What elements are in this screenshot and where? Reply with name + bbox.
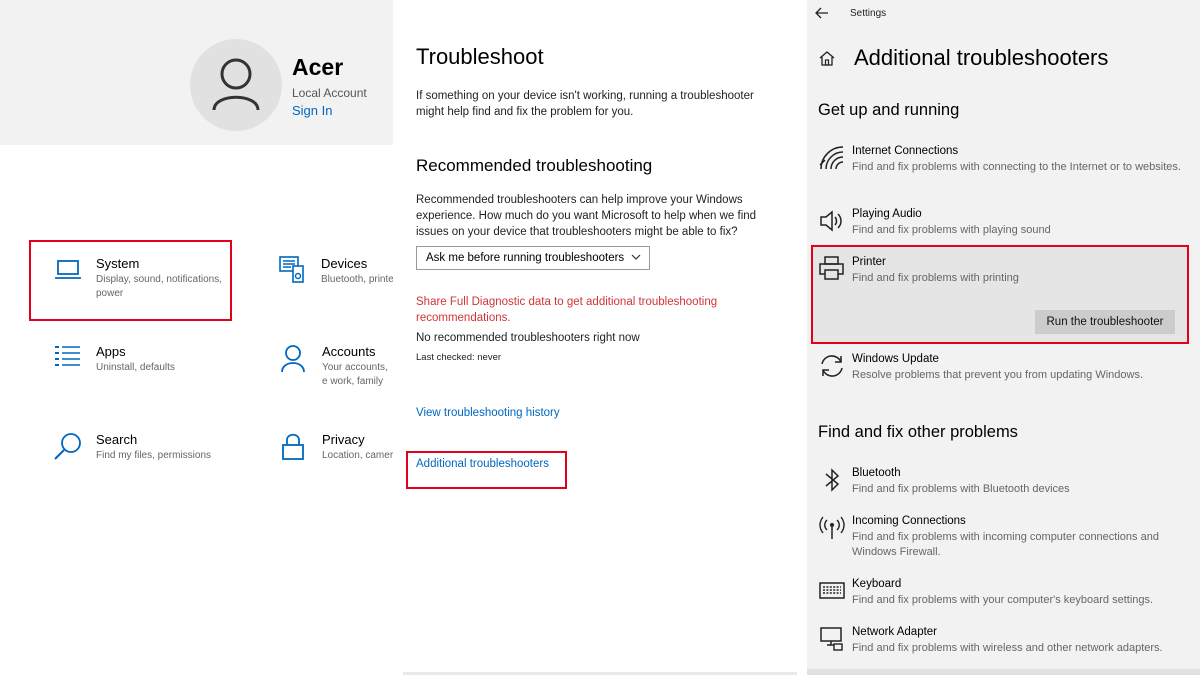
- account-name: Acer: [292, 54, 344, 80]
- tile-title: Devices: [321, 256, 368, 271]
- troubleshooter-incoming-connections[interactable]: Incoming Connections Find and fix proble…: [819, 515, 1189, 561]
- section-find-fix-other: Find and fix other problems: [818, 423, 1018, 441]
- troubleshooter-bluetooth[interactable]: Bluetooth Find and fix problems with Blu…: [819, 467, 1189, 499]
- tile-title: Apps: [96, 344, 126, 359]
- troubleshooter-title: Incoming Connections: [852, 515, 966, 527]
- highlight-box-additional: [406, 451, 567, 489]
- recommended-desc: Recommended troubleshooters can help imp…: [416, 194, 757, 238]
- bottom-strip: [807, 669, 1200, 675]
- last-checked-text: Last checked: never: [416, 352, 502, 363]
- troubleshooter-title: Keyboard: [852, 578, 902, 590]
- additional-troubleshooters-panel: Settings Additional troubleshooters Get …: [807, 0, 1200, 675]
- troubleshooter-desc: Find and fix problems with Bluetooth dev…: [852, 483, 1070, 495]
- bluetooth-icon: [825, 468, 840, 492]
- troubleshooter-title: Network Adapter: [852, 626, 938, 638]
- troubleshooter-desc: Find and fix problems with incoming comp…: [852, 531, 1159, 558]
- troubleshooter-title: Internet Connections: [852, 145, 959, 157]
- lock-icon: [282, 433, 304, 460]
- section-get-up-running: Get up and running: [818, 101, 960, 119]
- monitor-network-icon: [820, 627, 843, 651]
- tile-desc: Location, camera: [322, 450, 393, 461]
- user-icon: [212, 58, 260, 111]
- troubleshooter-playing-audio[interactable]: Playing Audio Find and fix problems with…: [819, 208, 1189, 240]
- troubleshooter-title: Bluetooth: [852, 467, 901, 479]
- keyboard-icon: [819, 582, 845, 599]
- tile-title: Privacy: [322, 432, 365, 447]
- troubleshooter-network-adapter[interactable]: Network Adapter Find and fix problems wi…: [819, 626, 1189, 658]
- troubleshooter-desc: Resolve problems that prevent you from u…: [852, 369, 1144, 381]
- troubleshooter-title: Windows Update: [852, 353, 939, 365]
- account-type: Local Account: [292, 86, 367, 100]
- troubleshooter-internet-connections[interactable]: Internet Connections Find and fix proble…: [819, 145, 1189, 191]
- diagnostic-data-link[interactable]: Share Full Diagnostic data to get additi…: [416, 294, 746, 326]
- troubleshooter-desc: Find and fix problems with connecting to…: [852, 161, 1181, 173]
- tile-title: Search: [96, 432, 138, 447]
- highlight-box-system: [29, 240, 232, 321]
- sign-in-link[interactable]: Sign In: [292, 103, 332, 118]
- troubleshoot-preference-dropdown[interactable]: Ask me before running troubleshooters: [416, 246, 650, 270]
- wifi-icon: [819, 146, 844, 170]
- tile-accounts[interactable]: Accounts Your accounts, e work, family: [280, 344, 393, 394]
- home-icon: [819, 51, 835, 66]
- tile-desc: Your accounts, e work, family: [322, 362, 388, 387]
- recommended-heading: Recommended troubleshooting: [416, 156, 653, 175]
- troubleshooter-desc: Find and fix problems with playing sound: [852, 224, 1051, 236]
- tile-desc: Uninstall, defaults: [96, 362, 175, 373]
- window-title: Settings: [850, 8, 887, 19]
- dropdown-value: Ask me before running troubleshooters: [426, 252, 625, 264]
- settings-home-panel: s Acer Local Account Sign In System Disp…: [0, 0, 393, 675]
- tile-devices[interactable]: Devices Bluetooth, printe: [279, 256, 393, 296]
- apps-list-icon: [55, 346, 80, 366]
- back-arrow-icon[interactable]: [815, 7, 829, 19]
- tile-title: Accounts: [322, 344, 376, 359]
- chevron-down-icon: [631, 254, 641, 260]
- troubleshooter-windows-update[interactable]: Windows Update Resolve problems that pre…: [819, 353, 1189, 385]
- page-title: Additional troubleshooters: [854, 45, 1109, 70]
- devices-icon: [279, 256, 304, 283]
- troubleshooter-desc: Find and fix problems with wireless and …: [852, 642, 1163, 654]
- troubleshooter-desc: Find and fix problems with your computer…: [852, 594, 1154, 606]
- no-recommended-text: No recommended troubleshooters right now: [416, 332, 640, 344]
- troubleshooter-title: Playing Audio: [852, 208, 922, 220]
- troubleshooter-keyboard[interactable]: Keyboard Find and fix problems with your…: [819, 578, 1189, 610]
- refresh-icon: [821, 355, 843, 377]
- tile-desc: Find my files, permissions: [96, 450, 212, 461]
- intro-text: If something on your device isn't workin…: [416, 90, 754, 118]
- tile-desc: Bluetooth, printe: [321, 274, 393, 285]
- speaker-icon: [820, 210, 842, 232]
- page-title: Troubleshoot: [416, 44, 544, 69]
- tile-search[interactable]: Search Find my files, permissions: [54, 432, 234, 472]
- view-history-link[interactable]: View troubleshooting history: [416, 407, 560, 419]
- search-icon: [54, 433, 81, 460]
- tile-privacy[interactable]: Privacy Location, camera: [280, 432, 393, 472]
- highlight-box-printer: [811, 245, 1189, 344]
- avatar[interactable]: [190, 39, 282, 131]
- antenna-icon: [819, 516, 845, 539]
- person-icon: [281, 345, 305, 373]
- troubleshoot-panel: Troubleshoot If something on your device…: [393, 0, 807, 675]
- tile-apps[interactable]: Apps Uninstall, defaults: [54, 344, 234, 384]
